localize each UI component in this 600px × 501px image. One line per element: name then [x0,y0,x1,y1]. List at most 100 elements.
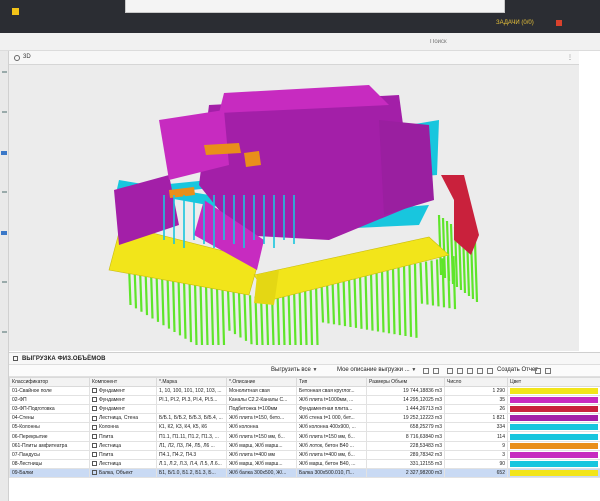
cell-mark: Л.1, Л.2, Л.3, Л.4, Л.5, Л.6... [156,458,227,469]
column-header[interactable]: Классификатор [9,377,90,387]
search-input[interactable] [430,37,580,47]
table-row[interactable]: 061-Плиты амфитеатра Лестница Л1, Л2, Л3, … [9,440,600,451]
color-swatch[interactable] [510,433,598,440]
descriptions-select[interactable]: Мое описание выгрузки ... ▼ [337,367,416,373]
table-row[interactable]: 03-ФП-Подготовка Фундамент Подбетонка t=10… [9,404,600,415]
cell-classifier: 03-ФП-Подготовка [9,404,90,415]
folder-icon[interactable] [433,368,439,374]
cell-color[interactable] [507,395,600,406]
cell-text: Ж/б колонна [229,424,259,431]
tasks-tab[interactable]: ЗАДАЧИ (0/0) [496,20,534,26]
pile [166,274,171,329]
refresh-icon[interactable] [535,368,541,374]
cell-color[interactable] [507,385,600,397]
pile [375,271,380,332]
column-header[interactable]: Размеры Объем [366,377,445,387]
pile [215,286,220,346]
cell-text: Ж/б плита t=150 мм, б... [229,433,285,440]
cell-text: 02-ФП [12,397,27,404]
cell-text: П4.1, П4.2, П4.3 [159,451,197,458]
cell-type: Ж/б колонна 400x900, ... [296,422,367,433]
table-row[interactable]: 09-Балки Балка, Объект Б1, Б/1.0, Б1.2, Б1… [9,467,600,478]
expand-icon[interactable] [545,368,551,374]
cell-text: 061-Плиты амфитеатра [12,442,68,449]
color-swatch[interactable] [510,469,598,476]
cell-color[interactable] [507,440,600,451]
pile [449,223,455,285]
tool-icon[interactable] [2,71,7,73]
pile [358,274,363,329]
color-swatch[interactable] [510,388,598,395]
cell-color[interactable] [507,458,600,469]
column-header[interactable]: *.Марка [156,377,227,387]
model-viewport[interactable] [9,65,579,351]
tool-icon[interactable] [2,281,7,283]
download-icon[interactable] [457,368,463,374]
settings-icon[interactable] [467,368,473,374]
cell-color[interactable] [507,413,600,424]
color-swatch[interactable] [510,451,598,458]
cell-mark [156,404,227,415]
color-swatch[interactable] [510,460,598,467]
cell-text: Ж/б марш, Ж/б марш... [229,460,283,467]
table-row[interactable]: 05-Колонны Колонна К1, К2, К3, К4, К5, К6 Ж… [9,422,600,433]
cell-color[interactable] [507,422,600,433]
cell-color[interactable] [507,404,600,415]
upload-icon[interactable] [447,368,453,374]
tool-icon[interactable] [2,331,7,333]
cell-color[interactable] [507,467,600,478]
table-row[interactable]: 01-Свайное поле Фундамент 1, 10, 100, 101,… [9,385,600,397]
cell-text: Колонна [99,424,119,431]
cell-classifier: 061-Плиты амфитеатра [9,440,90,451]
table-row[interactable]: 02-ФП Фундамент Рl.1, Рl.2, Рl.3, Рl.4, Рl… [9,395,600,406]
table-row[interactable]: 07-Пандусы Плита П4.1, П4.2, П4.3 Ж/б плита… [9,449,600,460]
export-all-button[interactable]: Выгрузить все ▼ [271,367,318,373]
component-icon [92,433,97,439]
pile [309,284,314,346]
column-header[interactable]: Цвет [507,377,600,387]
column-header[interactable]: Компонент [89,377,157,387]
color-swatch[interactable] [510,397,598,404]
pile [353,275,358,328]
create-report-button[interactable]: Создать Отчет [497,367,538,373]
table-row[interactable]: 04-Стены Лестница, Стена Б/Б.1, Б/Б.2, Б/Б… [9,413,600,424]
color-swatch[interactable] [510,442,598,449]
cell-component: Фундамент [89,395,157,406]
app-icon [12,8,19,15]
table-header-row: Классификатор Компонент *.Марка *.Описание Т… [9,377,600,387]
filter-icon[interactable] [477,368,483,374]
tool-icon[interactable] [1,231,7,235]
panel-menu-icon[interactable]: ⋮ [567,54,573,61]
column-header[interactable]: Число [444,377,508,387]
tool-icon[interactable] [2,191,7,193]
cell-component: Лестница [89,440,157,451]
chart-icon[interactable] [487,368,493,374]
column-header[interactable]: *.Описание [226,377,297,387]
color-swatch[interactable] [510,424,598,431]
view-3d-tab[interactable]: 3D [23,54,31,60]
cell-color[interactable] [507,431,600,442]
pile [413,263,418,338]
table-row[interactable]: 06-Перекрытие Плита П1.1, П1.11, П1.2, П1.… [9,431,600,442]
cell-color[interactable] [507,449,600,460]
cell-mark: П1.1, П1.11, П1.2, П1.3, ... [156,431,227,442]
tool-icon[interactable] [1,151,7,155]
close-icon[interactable] [556,20,562,26]
cell-volume: 19 252,12223 m3 [366,413,445,424]
tool-icon[interactable] [2,111,7,113]
cell-type: Ж/б плита t=150 мм, б... [296,431,367,442]
column-header[interactable]: Тип [296,377,367,387]
cell-text: 01-Свайное поле [12,388,52,395]
save-icon[interactable] [423,368,429,374]
color-swatch[interactable] [510,406,598,413]
color-swatch[interactable] [510,415,598,422]
cell-volume: 1 444,26713 m3 [366,404,445,415]
cell-text: Ж/б плита t=400 мм, б... [299,451,355,458]
cell-description: Каналы С2.2-Каналы С... [226,395,297,406]
cell-component: Балка, Объект [89,467,157,478]
component-icon [92,415,97,421]
orange-element-1 [204,143,241,155]
building-right-block [379,120,434,215]
pile [347,276,352,328]
table-row[interactable]: 08-Лестницы Лестница Л.1, Л.2, Л.3, Л.4, Л… [9,458,600,469]
